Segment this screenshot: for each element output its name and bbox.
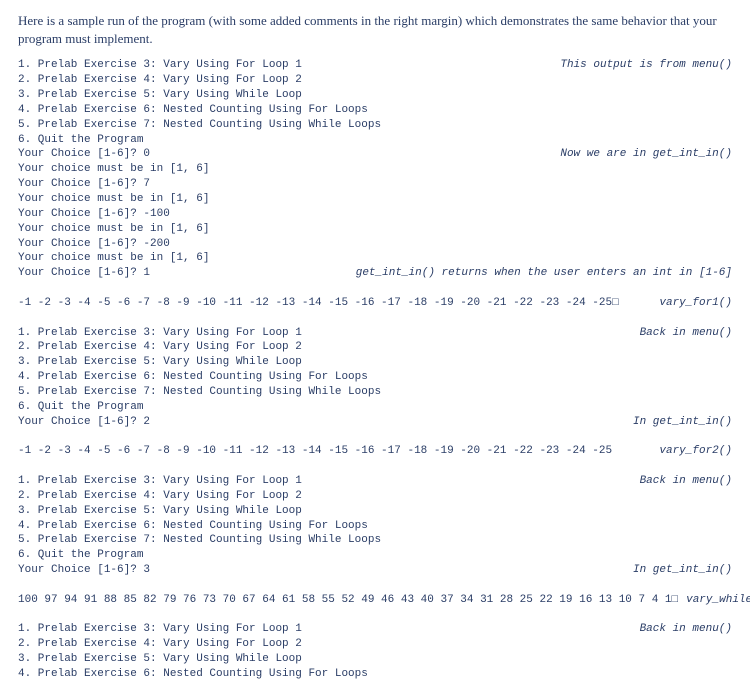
program-output: 6. Quit the Program (18, 133, 143, 148)
program-output: 2. Prelab Exercise 4: Vary Using For Loo… (18, 340, 302, 355)
output-line (18, 578, 732, 593)
output-line: 2. Prelab Exercise 4: Vary Using For Loo… (18, 73, 732, 88)
program-output: Your Choice [1-6]? 2 (18, 415, 150, 430)
output-line: 1. Prelab Exercise 3: Vary Using For Loo… (18, 326, 732, 341)
program-output: Your choice must be in [1, 6] (18, 192, 209, 207)
program-output (18, 311, 25, 326)
output-line: 100 97 94 91 88 85 82 79 76 73 70 67 64 … (18, 593, 732, 608)
output-line: Your Choice [1-6]? 1 get_int_in() returns… (18, 266, 732, 281)
program-output: 5. Prelab Exercise 7: Nested Counting Us… (18, 385, 381, 400)
output-line: 2. Prelab Exercise 4: Vary Using For Loo… (18, 489, 732, 504)
program-output: Your choice must be in [1, 6] (18, 162, 209, 177)
program-output (18, 608, 25, 623)
output-line: 2. Prelab Exercise 4: Vary Using For Loo… (18, 637, 732, 652)
output-line: 5. Prelab Exercise 7: Nested Counting Us… (18, 533, 732, 548)
output-line: Your choice must be in [1, 6] (18, 192, 732, 207)
output-line: 1. Prelab Exercise 3: Vary Using For Loo… (18, 474, 732, 489)
intro-paragraph: Here is a sample run of the program (wit… (18, 12, 732, 48)
program-output: 2. Prelab Exercise 4: Vary Using For Loo… (18, 637, 302, 652)
output-line: 3. Prelab Exercise 5: Vary Using While L… (18, 355, 732, 370)
output-line: 4. Prelab Exercise 6: Nested Counting Us… (18, 667, 732, 682)
program-output: 2. Prelab Exercise 4: Vary Using For Loo… (18, 489, 302, 504)
output-line (18, 429, 732, 444)
output-line: -1 -2 -3 -4 -5 -6 -7 -8 -9 -10 -11 -12 -… (18, 296, 732, 311)
margin-comment: vary_for2() (651, 444, 732, 459)
output-line: Your choice must be in [1, 6] (18, 251, 732, 266)
output-line: Your Choice [1-6]? -100 (18, 207, 732, 222)
program-output: Your Choice [1-6]? 7 (18, 177, 150, 192)
program-output: Your choice must be in [1, 6] (18, 251, 209, 266)
program-output: 3. Prelab Exercise 5: Vary Using While L… (18, 504, 302, 519)
output-line: Your Choice [1-6]? 3 In get_int_in() (18, 563, 732, 578)
output-line: Your Choice [1-6]? 7 (18, 177, 732, 192)
output-line: 4. Prelab Exercise 6: Nested Counting Us… (18, 519, 732, 534)
margin-comment: get_int_in() returns when the user enter… (348, 266, 732, 281)
output-line: 3. Prelab Exercise 5: Vary Using While L… (18, 504, 732, 519)
program-output: 4. Prelab Exercise 6: Nested Counting Us… (18, 103, 368, 118)
output-line: 6. Quit the Program (18, 400, 732, 415)
program-output: Your Choice [1-6]? 3 (18, 563, 150, 578)
program-output: 100 97 94 91 88 85 82 79 76 73 70 67 64 … (18, 593, 678, 608)
output-line: Your Choice [1-6]? 2 In get_int_in() (18, 415, 732, 430)
output-line (18, 608, 732, 623)
margin-comment: Back in menu() (632, 622, 732, 637)
margin-comment: vary_for1() (651, 296, 732, 311)
margin-comment: This output is from menu() (552, 58, 732, 73)
margin-comment: Back in menu() (632, 474, 732, 489)
margin-comment: Now we are in get_int_in() (552, 147, 732, 162)
program-output: 4. Prelab Exercise 6: Nested Counting Us… (18, 519, 368, 534)
program-output (18, 578, 25, 593)
program-output: 5. Prelab Exercise 7: Nested Counting Us… (18, 118, 381, 133)
output-line: 4. Prelab Exercise 6: Nested Counting Us… (18, 103, 732, 118)
margin-comment: In get_int_in() (625, 415, 732, 430)
margin-comment: In get_int_in() (625, 563, 732, 578)
output-line (18, 281, 732, 296)
program-output (18, 459, 25, 474)
output-line: 1. Prelab Exercise 3: Vary Using For Loo… (18, 622, 732, 637)
program-output: Your Choice [1-6]? 1 (18, 266, 150, 281)
output-line: 6. Quit the Program (18, 548, 732, 563)
output-line: Your choice must be in [1, 6] (18, 162, 732, 177)
output-line: Your choice must be in [1, 6] (18, 222, 732, 237)
sample-run-output: 1. Prelab Exercise 3: Vary Using For Loo… (18, 58, 732, 681)
program-output: 3. Prelab Exercise 5: Vary Using While L… (18, 88, 302, 103)
margin-comment: Back in menu() (632, 326, 732, 341)
output-line: Your Choice [1-6]? 0 Now we are in get_in… (18, 147, 732, 162)
program-output: 4. Prelab Exercise 6: Nested Counting Us… (18, 370, 368, 385)
program-output: 1. Prelab Exercise 3: Vary Using For Loo… (18, 474, 302, 489)
output-line: 5. Prelab Exercise 7: Nested Counting Us… (18, 385, 732, 400)
output-line: 4. Prelab Exercise 6: Nested Counting Us… (18, 370, 732, 385)
program-output: Your Choice [1-6]? -200 (18, 237, 170, 252)
program-output: Your choice must be in [1, 6] (18, 222, 209, 237)
program-output (18, 429, 25, 444)
program-output: 6. Quit the Program (18, 400, 143, 415)
program-output (18, 281, 25, 296)
program-output: 2. Prelab Exercise 4: Vary Using For Loo… (18, 73, 302, 88)
output-line: -1 -2 -3 -4 -5 -6 -7 -8 -9 -10 -11 -12 -… (18, 444, 732, 459)
output-line (18, 311, 732, 326)
output-line (18, 459, 732, 474)
program-output: -1 -2 -3 -4 -5 -6 -7 -8 -9 -10 -11 -12 -… (18, 296, 619, 311)
program-output: 6. Quit the Program (18, 548, 143, 563)
program-output: 3. Prelab Exercise 5: Vary Using While L… (18, 355, 302, 370)
program-output: Your Choice [1-6]? -100 (18, 207, 170, 222)
output-line: Your Choice [1-6]? -200 (18, 237, 732, 252)
program-output: 3. Prelab Exercise 5: Vary Using While L… (18, 652, 302, 667)
output-line: 5. Prelab Exercise 7: Nested Counting Us… (18, 118, 732, 133)
output-line: 1. Prelab Exercise 3: Vary Using For Loo… (18, 58, 732, 73)
program-output: 1. Prelab Exercise 3: Vary Using For Loo… (18, 58, 302, 73)
program-output: 4. Prelab Exercise 6: Nested Counting Us… (18, 667, 368, 682)
program-output: 1. Prelab Exercise 3: Vary Using For Loo… (18, 326, 302, 341)
output-line: 6. Quit the Program (18, 133, 732, 148)
program-output: Your Choice [1-6]? 0 (18, 147, 150, 162)
margin-comment: vary_while() (678, 593, 750, 608)
program-output: -1 -2 -3 -4 -5 -6 -7 -8 -9 -10 -11 -12 -… (18, 444, 612, 459)
output-line: 2. Prelab Exercise 4: Vary Using For Loo… (18, 340, 732, 355)
program-output: 1. Prelab Exercise 3: Vary Using For Loo… (18, 622, 302, 637)
output-line: 3. Prelab Exercise 5: Vary Using While L… (18, 652, 732, 667)
output-line: 3. Prelab Exercise 5: Vary Using While L… (18, 88, 732, 103)
program-output: 5. Prelab Exercise 7: Nested Counting Us… (18, 533, 381, 548)
